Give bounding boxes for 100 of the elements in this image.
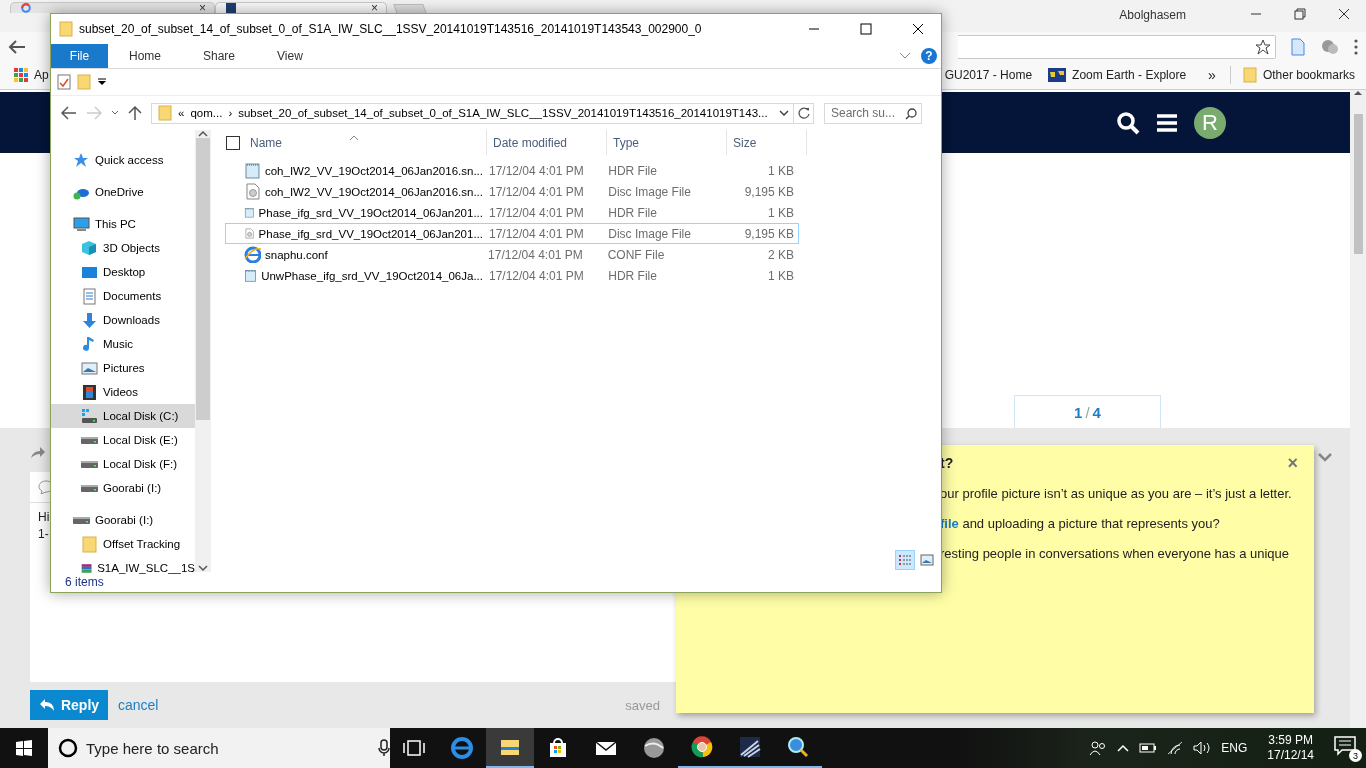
nav-item[interactable]: OneDrive bbox=[51, 180, 195, 204]
text-file-icon bbox=[244, 267, 258, 284]
address-bar[interactable]: « qom... › subset_20_of_subset_14_of_subset_0_of_S1A_IW_SLC__1SSV_20141019T143516_20141019T143... bbox=[151, 102, 794, 124]
taskbar-button[interactable] bbox=[486, 728, 534, 768]
file-size: 2 KB bbox=[767, 247, 795, 262]
file-row[interactable]: coh_IW2_VV_19Oct2014_06Jan2016.sn... 17/12/04 4:01 PM Disc Image File 9,195 KB bbox=[225, 181, 799, 202]
browser-tab[interactable]: × bbox=[215, 2, 387, 13]
customize-dropdown-icon[interactable] bbox=[97, 78, 107, 86]
cancel-link[interactable]: cancel bbox=[118, 697, 159, 713]
nav-item[interactable]: Pictures bbox=[51, 356, 195, 380]
nav-item[interactable]: Goorabi (I:) bbox=[51, 476, 195, 500]
share-arrow-icon[interactable] bbox=[30, 445, 46, 459]
ribbon-tab[interactable]: Share bbox=[182, 44, 257, 68]
nav-item[interactable]: Local Disk (C:) bbox=[51, 404, 195, 428]
nav-item[interactable]: This PC bbox=[51, 212, 195, 236]
file-type: CONF File bbox=[606, 247, 666, 262]
taskbar-search-field[interactable]: Type here to search bbox=[48, 728, 390, 768]
close-button[interactable]: × bbox=[1287, 456, 1298, 470]
column-header[interactable]: Date modified bbox=[487, 130, 607, 155]
search-icon[interactable] bbox=[1116, 110, 1140, 135]
file-row[interactable]: Phase_ifg_srd_VV_19Oct2014_06Jan201... 17/12/04 4:01 PM HDR File 1 KB bbox=[225, 202, 799, 223]
file-menu-button[interactable]: File bbox=[51, 44, 108, 68]
menu-icon[interactable] bbox=[1156, 112, 1178, 133]
scroll-thumb[interactable] bbox=[196, 138, 210, 420]
bookmark-folder[interactable]: Other bookmarks bbox=[1238, 65, 1359, 86]
file-type: HDR File bbox=[607, 205, 658, 220]
ribbon-tab[interactable]: Home bbox=[108, 44, 182, 68]
language-indicator[interactable]: ENG bbox=[1221, 741, 1248, 755]
chevron-down-icon[interactable] bbox=[779, 110, 789, 116]
star-icon bbox=[73, 151, 90, 169]
details-view-button[interactable] bbox=[895, 550, 915, 570]
nav-item[interactable]: Downloads bbox=[51, 308, 195, 332]
nav-item[interactable]: Desktop bbox=[51, 260, 195, 284]
chevron-down-icon[interactable] bbox=[111, 110, 119, 116]
back-arrow-icon[interactable] bbox=[8, 38, 26, 55]
ribbon-tab[interactable]: View bbox=[256, 44, 324, 68]
star-icon[interactable] bbox=[1255, 38, 1271, 55]
column-header[interactable]: Size bbox=[727, 130, 807, 155]
drive-icon bbox=[73, 516, 90, 524]
volume-icon[interactable] bbox=[1193, 741, 1212, 755]
windows-start-icon[interactable] bbox=[16, 740, 32, 756]
back-arrow-icon[interactable] bbox=[61, 106, 77, 120]
nav-item[interactable]: 3D Objects bbox=[51, 236, 195, 260]
nav-item[interactable]: Offset Tracking bbox=[51, 532, 195, 556]
file-row[interactable]: UnwPhase_ifg_srd_VV_19Oct2014_06Ja... 17/12/04 4:01 PM HDR File 1 KB bbox=[225, 265, 799, 286]
file-date: 17/12/04 4:01 PM bbox=[487, 247, 584, 262]
nav-item[interactable]: Videos bbox=[51, 380, 195, 404]
path-segment[interactable]: subset_20_of_subset_14_of_subset_0_of_S1A_IW_SLC__1SSV_20141019T143516_20141019T143... bbox=[238, 107, 773, 119]
refresh-button[interactable] bbox=[794, 102, 814, 124]
nav-item[interactable]: Goorabi (I:) bbox=[51, 508, 195, 532]
profile-name[interactable]: Abolghasem bbox=[1119, 8, 1186, 22]
menu-dots-icon[interactable] bbox=[1354, 38, 1358, 55]
bookmark[interactable]: Zoom Earth - Explore bbox=[1044, 66, 1191, 85]
nav-item[interactable]: Documents bbox=[51, 284, 195, 308]
scroll-thumb[interactable] bbox=[1353, 114, 1363, 254]
close-icon[interactable] bbox=[912, 23, 924, 35]
file-date: 17/12/04 4:01 PM bbox=[488, 205, 585, 220]
file-date: 17/12/04 4:01 PM bbox=[488, 163, 585, 178]
nav-item[interactable]: Local Disk (F:) bbox=[51, 452, 195, 476]
battery-icon[interactable] bbox=[1139, 742, 1158, 754]
file-row[interactable]: Phase_ifg_srd_VV_19Oct2014_06Jan201... 17/12/04 4:01 PM Disc Image File 9,195 KB bbox=[225, 223, 799, 244]
file-type: HDR File bbox=[607, 268, 658, 283]
search-field[interactable]: Search su... bbox=[824, 102, 922, 124]
column-header[interactable]: Name bbox=[244, 130, 487, 155]
maximize-icon[interactable] bbox=[860, 23, 872, 35]
restore-icon[interactable] bbox=[1294, 8, 1306, 20]
path-segment[interactable]: qom... bbox=[190, 107, 223, 119]
file-row[interactable]: coh_IW2_VV_19Oct2014_06Jan2016.sn... 17/12/04 4:01 PM HDR File 1 KB bbox=[225, 160, 799, 181]
disc-file-icon bbox=[244, 225, 255, 242]
select-all-checkbox[interactable] bbox=[226, 135, 240, 150]
scroll-down-icon[interactable] bbox=[198, 564, 208, 572]
microphone-icon[interactable] bbox=[378, 739, 390, 757]
path-overflow-button[interactable]: « bbox=[178, 107, 185, 119]
help-button[interactable]: ? bbox=[921, 48, 937, 64]
task-view-icon[interactable] bbox=[403, 740, 425, 756]
tab-close-button[interactable]: × bbox=[371, 3, 378, 13]
reply-button[interactable]: Reply bbox=[30, 690, 108, 720]
checklist-icon[interactable] bbox=[57, 74, 71, 90]
bookmark[interactable]: GU2017 - Home bbox=[940, 66, 1037, 85]
scroll-up-icon[interactable] bbox=[198, 130, 208, 138]
people-icon[interactable] bbox=[1089, 740, 1108, 756]
file-row[interactable]: snaphu.conf 17/12/04 4:01 PM CONF File 2 KB bbox=[225, 244, 799, 265]
bookmark[interactable]: Ap bbox=[10, 66, 53, 85]
chevron-up-icon[interactable] bbox=[1117, 744, 1130, 752]
sort-caret-icon bbox=[349, 135, 359, 141]
close-icon[interactable] bbox=[1338, 8, 1350, 20]
wifi-icon[interactable] bbox=[1167, 741, 1184, 755]
clock[interactable]: 3:59 PM 17/12/14 bbox=[1267, 733, 1314, 763]
tab-close-button[interactable]: × bbox=[199, 3, 206, 13]
list-icon bbox=[898, 554, 912, 566]
browser-tab[interactable]: × bbox=[10, 2, 215, 13]
apps-grid-icon bbox=[14, 68, 28, 83]
more-bookmarks-button[interactable]: » bbox=[1208, 67, 1216, 84]
up-arrow-icon[interactable] bbox=[128, 105, 142, 121]
nav-item[interactable]: Music bbox=[51, 332, 195, 356]
column-header[interactable]: Type bbox=[607, 130, 727, 155]
path-separator[interactable]: › bbox=[228, 107, 233, 119]
nav-item[interactable]: Local Disk (E:) bbox=[51, 428, 195, 452]
search-icon[interactable] bbox=[905, 107, 917, 120]
nav-item[interactable]: Quick access bbox=[51, 148, 195, 172]
